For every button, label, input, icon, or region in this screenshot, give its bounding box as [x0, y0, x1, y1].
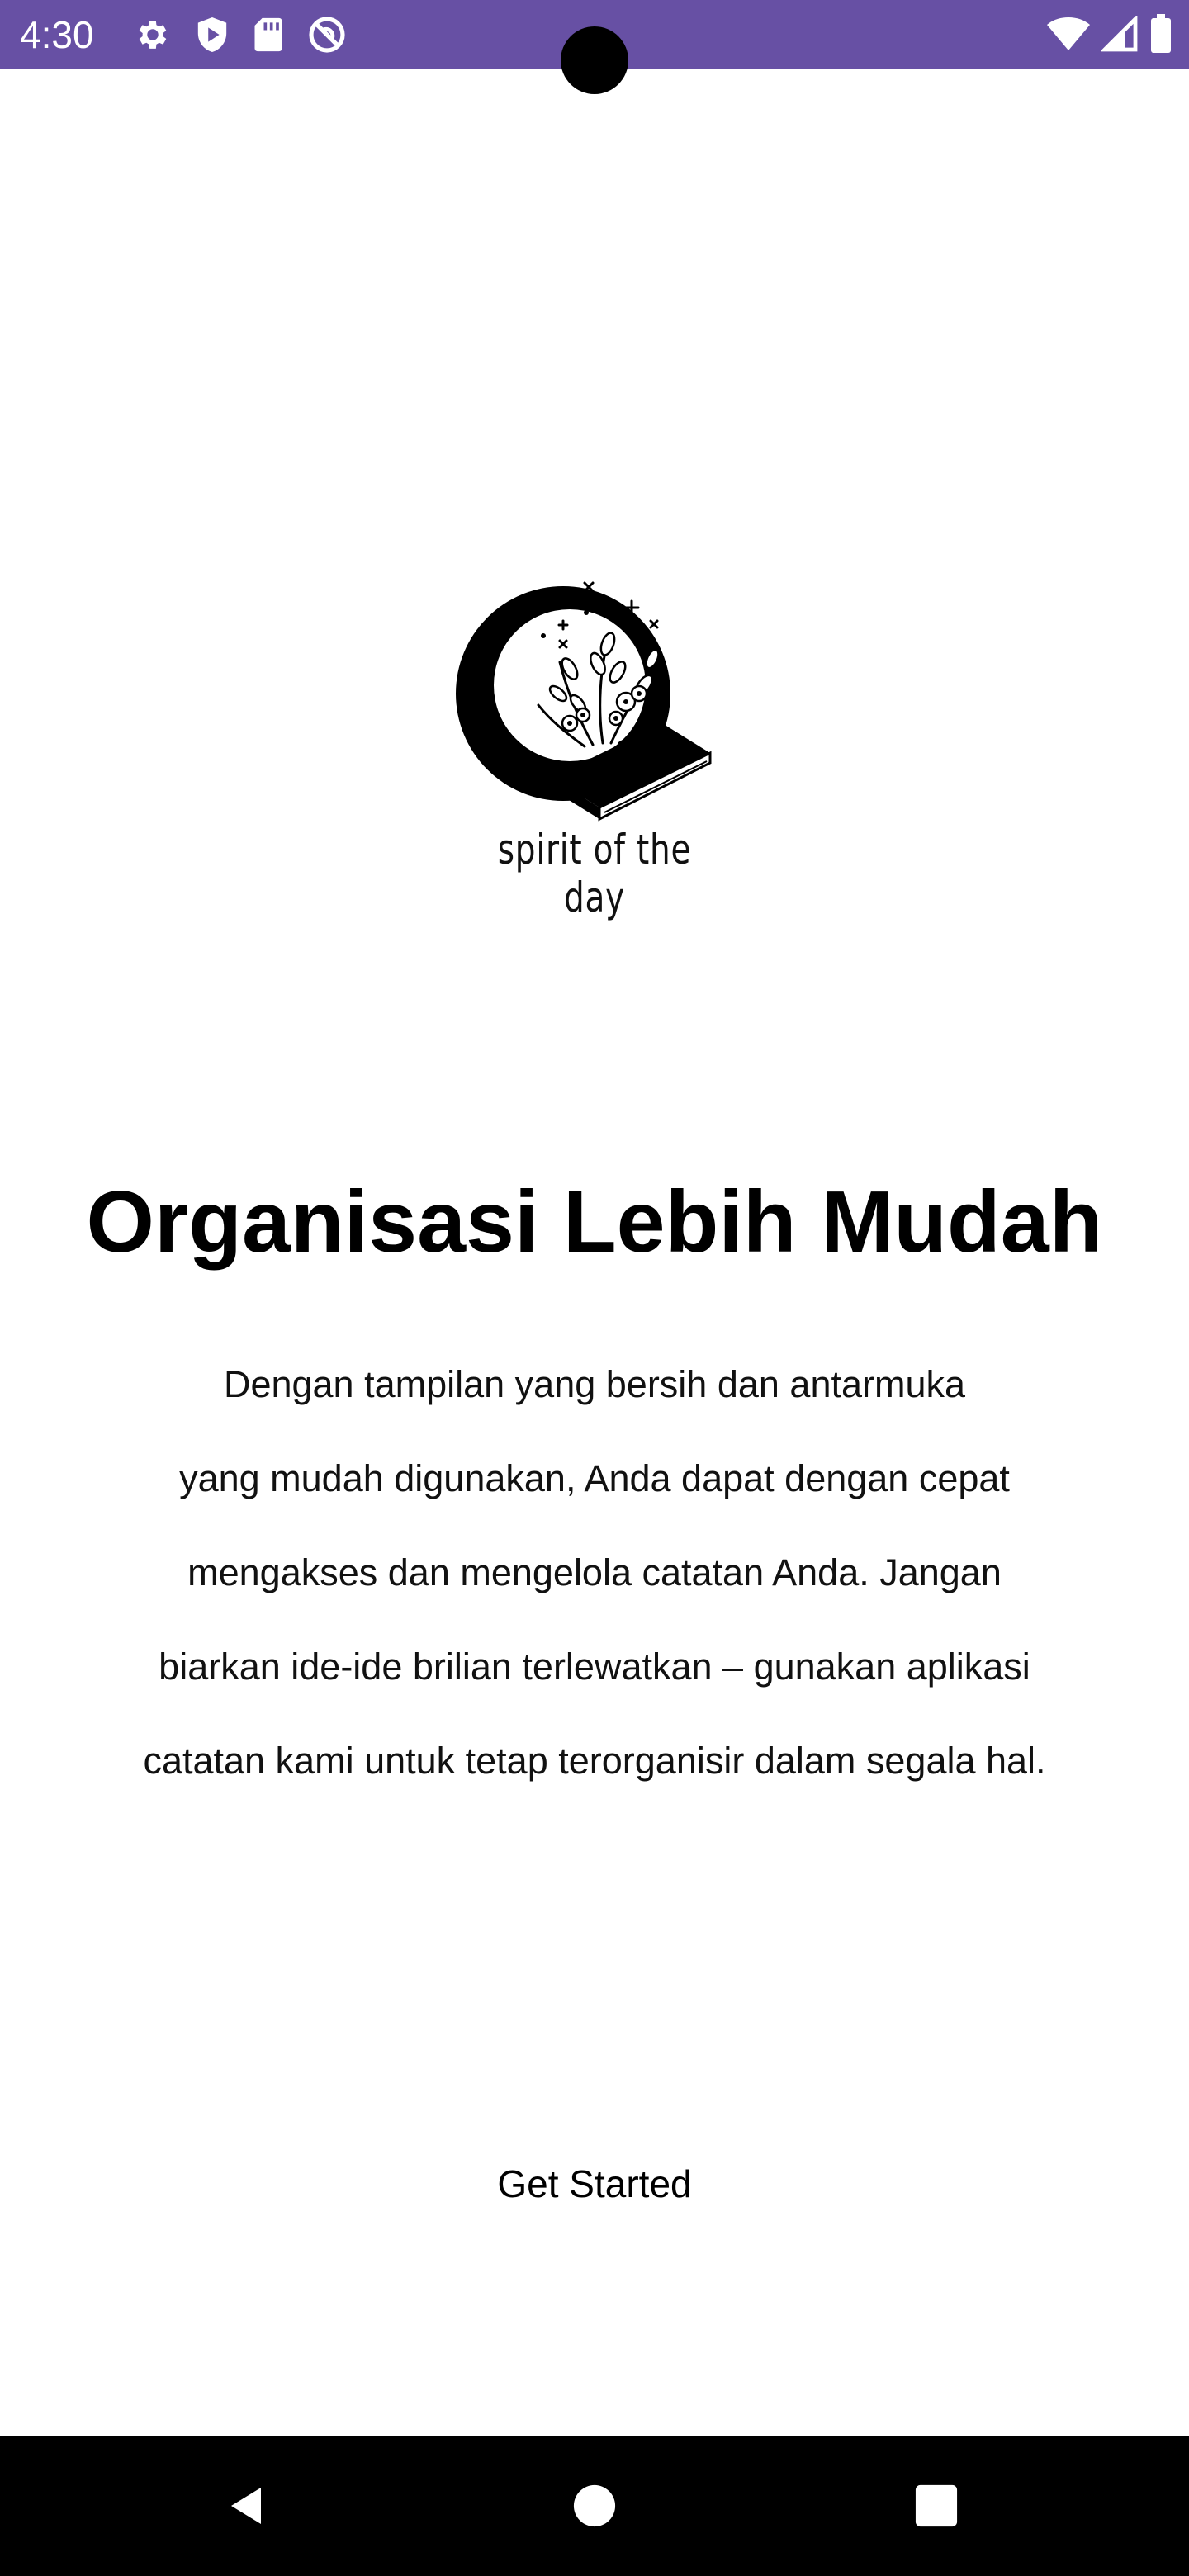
home-icon: [573, 2484, 616, 2527]
description-line: mengakses dan mengelola catatan Anda. Ja…: [187, 1551, 1002, 1593]
home-button[interactable]: [545, 2436, 644, 2576]
moon-book-flowers-illustration: [456, 581, 712, 822]
wifi-icon: [1047, 16, 1090, 52]
shield-icon: [195, 16, 230, 54]
description-line: yang mudah digunakan, Anda dapat dengan …: [179, 1457, 1010, 1499]
description-line: Dengan tampilan yang bersih dan antarmuk…: [223, 1363, 966, 1405]
battery-icon: [1149, 14, 1172, 54]
system-icons: [1047, 13, 1172, 54]
onboarding-description: Dengan tampilan yang bersih dan antarmuk…: [83, 1338, 1106, 1808]
gear-icon: [134, 16, 172, 54]
notification-icons: [134, 15, 347, 54]
description-line: biarkan ide-ide brilian terlewatkan – gu…: [159, 1646, 1030, 1688]
navigation-bar: [0, 2436, 1189, 2576]
recents-icon: [915, 2484, 958, 2527]
get-started-button[interactable]: Get Started: [429, 2147, 760, 2221]
logo-text: spirit of the day: [497, 826, 692, 921]
back-button[interactable]: [198, 2436, 297, 2576]
description-line: catatan kami untuk tetap terorganisir da…: [143, 1740, 1046, 1782]
recents-button[interactable]: [887, 2436, 986, 2576]
app-logo: spirit of the day: [446, 561, 743, 921]
onboarding-title: Organisasi Lebih Mudah: [86, 1173, 1103, 1271]
camera-cutout: [561, 26, 628, 94]
signal-icon: [1101, 16, 1138, 52]
back-icon: [231, 2488, 261, 2524]
status-time: 4:30: [20, 13, 94, 56]
sd-card-icon: [253, 17, 284, 53]
do-not-disturb-icon: [307, 15, 347, 54]
